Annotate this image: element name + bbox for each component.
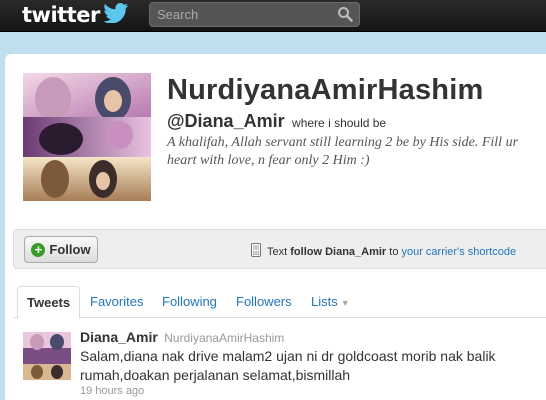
tab-followers[interactable]: Followers — [236, 286, 292, 318]
profile-handle-row: @Diana_Amir where i should be — [167, 111, 386, 132]
tab-favorites[interactable]: Favorites — [90, 286, 143, 318]
tab-lists[interactable]: Lists ▼ — [311, 286, 350, 318]
follow-bar: + Follow Text follow Diana_Amir to your … — [13, 229, 546, 269]
profile-card: NurdiyanaAmirHashim @Diana_Amir where i … — [5, 54, 546, 400]
search-input[interactable] — [150, 3, 330, 26]
tweet-username[interactable]: Diana_Amir — [80, 329, 158, 345]
sms-command: follow Diana_Amir — [290, 245, 387, 258]
logo-text: twitter — [22, 3, 100, 27]
twitter-logo[interactable]: twitter — [22, 2, 129, 28]
follow-label: Follow — [49, 242, 91, 257]
tweet-header: Diana_Amir NurdiyanaAmirHashim — [80, 329, 284, 347]
chevron-down-icon: ▼ — [340, 297, 350, 308]
profile-avatar[interactable] — [23, 73, 151, 201]
tab-tweets[interactable]: Tweets — [17, 286, 81, 319]
profile-display-name: NurdiyanaAmirHashim — [167, 74, 484, 106]
tab-following[interactable]: Following — [162, 286, 217, 318]
sms-prefix: Text — [267, 245, 288, 258]
tweet-timestamp[interactable]: 19 hours ago — [80, 385, 144, 397]
profile-tabs: Tweets Favorites Following Followers Lis… — [13, 286, 546, 319]
bird-icon — [103, 2, 129, 28]
search-icon[interactable] — [337, 6, 353, 27]
profile-handle: @Diana_Amir — [167, 111, 285, 131]
profile-bio: A khalifah, Allah servant still learning… — [167, 135, 519, 168]
follow-button[interactable]: + Follow — [24, 236, 98, 263]
tweet-text: Salam,diana nak drive malam2 ujan ni dr … — [80, 348, 496, 383]
tweet-avatar[interactable] — [23, 332, 71, 380]
plus-icon: + — [31, 242, 46, 257]
profile-location: where i should be — [292, 116, 387, 130]
carrier-shortcode-link[interactable]: your carrier's shortcode — [401, 246, 516, 258]
tweet-display-name: NurdiyanaAmirHashim — [164, 331, 285, 345]
tab-lists-label: Lists — [311, 294, 338, 309]
sms-to: to — [389, 245, 399, 258]
phone-icon — [250, 243, 262, 260]
sms-follow-info: Text follow Diana_Amir to your carrier's… — [250, 243, 516, 260]
top-bar: twitter — [0, 0, 546, 32]
search-box[interactable] — [149, 2, 360, 27]
